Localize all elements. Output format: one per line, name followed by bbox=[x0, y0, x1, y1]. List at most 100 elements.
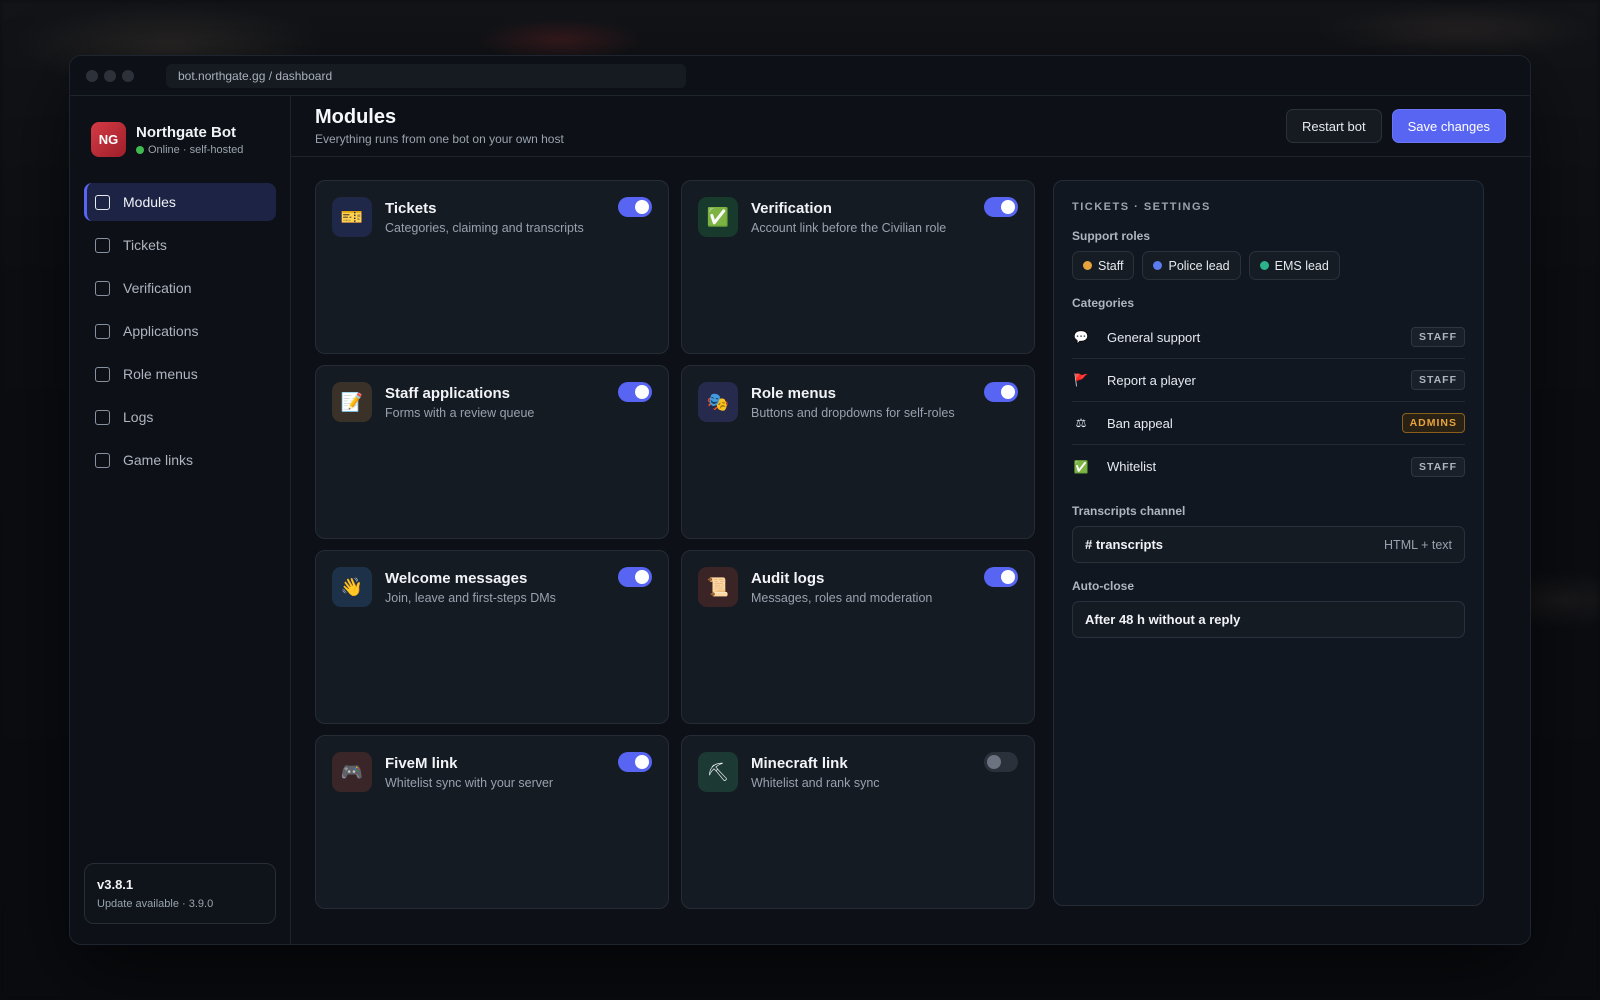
online-status-dot bbox=[136, 145, 144, 154]
category-badge: STAFF bbox=[1410, 456, 1465, 477]
window-close-dot[interactable] bbox=[86, 69, 98, 82]
sidebar-item-label: Role menus bbox=[123, 366, 198, 382]
toggle-knob bbox=[635, 755, 649, 769]
module-description: Messages, roles and moderation bbox=[751, 591, 933, 605]
checkbox-icon bbox=[95, 280, 110, 296]
category-row[interactable]: ⚖ Ban appeal ADMINS bbox=[1072, 402, 1465, 445]
masks-icon: 🎭 bbox=[698, 382, 738, 422]
role-chip-label: Police lead bbox=[1168, 258, 1230, 273]
role-chip-label: Staff bbox=[1098, 258, 1124, 273]
scroll-icon: 📜 bbox=[698, 567, 738, 607]
module-card-fivem-link[interactable]: 🎮 FiveM link Whitelist sync with your se… bbox=[315, 735, 669, 909]
module-toggle[interactable] bbox=[984, 752, 1018, 772]
sidebar-item-role-menus[interactable]: Role menus bbox=[84, 355, 276, 393]
sidebar-item-label: Tickets bbox=[123, 237, 167, 253]
update-available-text: Update available · 3.9.0 bbox=[97, 898, 214, 910]
role-chip[interactable]: Staff bbox=[1072, 251, 1135, 280]
transcripts-channel-label: Transcripts channel bbox=[1072, 504, 1186, 518]
transcripts-channel-field[interactable]: # transcripts HTML + text bbox=[1072, 526, 1465, 563]
module-description: Account link before the Civilian role bbox=[751, 221, 947, 235]
module-title: Role menus bbox=[751, 385, 837, 402]
sidebar: NG Northgate Bot Online · self-hosted Mo… bbox=[70, 96, 291, 944]
sidebar-item-label: Verification bbox=[123, 280, 192, 296]
module-description: Buttons and dropdowns for self-roles bbox=[751, 406, 955, 420]
role-color-dot bbox=[1153, 261, 1163, 270]
role-color-dot bbox=[1259, 261, 1269, 270]
auto-close-value: After 48 h without a reply bbox=[1085, 612, 1241, 627]
category-badge: ADMINS bbox=[1401, 413, 1465, 433]
address-bar[interactable]: bot.northgate.gg / dashboard bbox=[166, 63, 686, 88]
toggle-knob bbox=[635, 200, 649, 214]
brand-name: Northgate Bot bbox=[136, 123, 236, 141]
scales-icon: ⚖ bbox=[1075, 416, 1087, 430]
toggle-knob bbox=[1001, 200, 1015, 214]
sidebar-item-verification[interactable]: Verification bbox=[84, 269, 276, 307]
sidebar-item-applications[interactable]: Applications bbox=[84, 312, 276, 350]
module-description: Whitelist sync with your server bbox=[385, 776, 554, 790]
sidebar-item-logs[interactable]: Logs bbox=[84, 398, 276, 436]
sidebar-nav: Modules Tickets Verification Application… bbox=[84, 183, 276, 479]
checkbox-icon bbox=[95, 237, 110, 253]
category-name: General support bbox=[1107, 329, 1201, 345]
restart-bot-button[interactable]: Restart bot bbox=[1286, 109, 1382, 143]
module-title: Minecraft link bbox=[751, 755, 848, 772]
module-title: Tickets bbox=[385, 200, 437, 217]
wave-icon: 👋 bbox=[332, 567, 372, 607]
role-chip[interactable]: Police lead bbox=[1142, 251, 1241, 280]
role-chip-label: EMS lead bbox=[1274, 258, 1329, 273]
toggle-knob bbox=[635, 570, 649, 584]
module-toggle[interactable] bbox=[618, 752, 652, 772]
ticket-icon: 🎫 bbox=[332, 197, 372, 237]
save-changes-button[interactable]: Save changes bbox=[1391, 109, 1506, 143]
module-description: Join, leave and first-steps DMs bbox=[385, 591, 556, 605]
category-row[interactable]: 💬 General support STAFF bbox=[1072, 316, 1465, 359]
module-toggle[interactable] bbox=[984, 382, 1018, 402]
toggle-knob bbox=[1001, 385, 1015, 399]
checkbox-icon bbox=[95, 409, 110, 425]
transcripts-format-hint: HTML + text bbox=[1384, 537, 1452, 552]
module-toggle[interactable] bbox=[618, 382, 652, 402]
toggle-knob bbox=[987, 755, 1001, 769]
window-minimize-dot[interactable] bbox=[104, 69, 116, 82]
module-card-role-menus[interactable]: 🎭 Role menus Buttons and dropdowns for s… bbox=[681, 365, 1035, 539]
checkmark-icon: ✅ bbox=[1073, 459, 1089, 474]
browser-window: bot.northgate.gg / dashboard NG Northgat… bbox=[69, 55, 1531, 945]
module-card-tickets[interactable]: 🎫 Tickets Categories, claiming and trans… bbox=[315, 180, 669, 354]
checkbox-icon bbox=[95, 366, 110, 382]
sidebar-item-label: Logs bbox=[123, 409, 154, 425]
module-description: Categories, claiming and transcripts bbox=[385, 221, 584, 235]
module-card-minecraft-link[interactable]: ⛏ Minecraft link Whitelist and rank sync bbox=[681, 735, 1035, 909]
sidebar-item-modules[interactable]: Modules bbox=[84, 183, 276, 221]
transcripts-channel-value: # transcripts bbox=[1085, 537, 1164, 552]
module-toggle[interactable] bbox=[984, 567, 1018, 587]
toggle-knob bbox=[635, 385, 649, 399]
bot-status-text: Online · self-hosted bbox=[148, 143, 244, 156]
sidebar-item-game-links[interactable]: Game links bbox=[84, 441, 276, 479]
support-roles-label: Support roles bbox=[1072, 229, 1151, 243]
role-chip[interactable]: EMS lead bbox=[1248, 251, 1340, 280]
category-row[interactable]: ✅ Whitelist STAFF bbox=[1072, 445, 1465, 488]
categories-label: Categories bbox=[1072, 296, 1135, 310]
window-titlebar: bot.northgate.gg / dashboard bbox=[70, 56, 1530, 96]
module-toggle[interactable] bbox=[618, 197, 652, 217]
page-title: Modules bbox=[315, 106, 397, 128]
checkbox-icon bbox=[95, 323, 110, 339]
module-card-verification[interactable]: ✅ Verification Account link before the C… bbox=[681, 180, 1035, 354]
version-number: v3.8.1 bbox=[97, 877, 134, 892]
sidebar-item-label: Modules bbox=[123, 194, 176, 210]
module-toggle[interactable] bbox=[618, 567, 652, 587]
version-box[interactable]: v3.8.1 Update available · 3.9.0 bbox=[84, 863, 276, 924]
module-card-audit-logs[interactable]: 📜 Audit logs Messages, roles and moderat… bbox=[681, 550, 1035, 724]
module-card-staff-applications[interactable]: 📝 Staff applications Forms with a review… bbox=[315, 365, 669, 539]
window-maximize-dot[interactable] bbox=[122, 69, 134, 82]
sidebar-item-tickets[interactable]: Tickets bbox=[84, 226, 276, 264]
module-title: Staff applications bbox=[385, 385, 511, 402]
module-toggle[interactable] bbox=[984, 197, 1018, 217]
main-content: Modules Everything runs from one bot on … bbox=[291, 96, 1530, 944]
auto-close-field[interactable]: After 48 h without a reply bbox=[1072, 601, 1465, 638]
module-card-welcome-messages[interactable]: 👋 Welcome messages Join, leave and first… bbox=[315, 550, 669, 724]
category-row[interactable]: 🚩 Report a player STAFF bbox=[1072, 359, 1465, 402]
support-roles-list: Staff Police lead EMS lead bbox=[1072, 251, 1465, 280]
gamepad-icon: 🎮 bbox=[332, 752, 372, 792]
module-title: Verification bbox=[751, 200, 832, 217]
